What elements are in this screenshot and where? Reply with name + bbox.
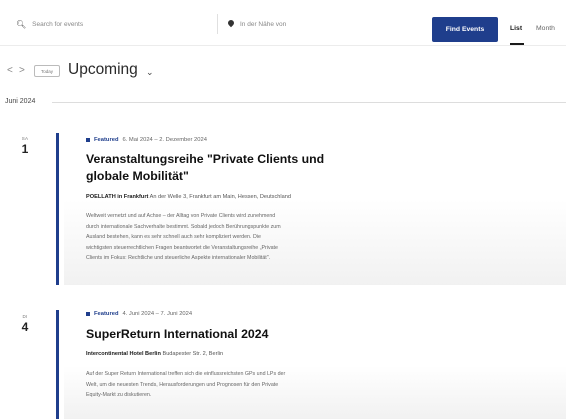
featured-flag-icon xyxy=(86,138,90,142)
view-tab-list[interactable]: List xyxy=(510,25,525,45)
event-meta: Featured 4. Juni 2024 – 7. Juni 2024 xyxy=(86,311,192,317)
next-events-button[interactable]: > xyxy=(19,66,29,76)
event-accent-bar xyxy=(56,310,59,419)
description-line: Equity-Markt zu diskutieren. xyxy=(86,392,152,398)
event-card[interactable]: Featured 6. Mai 2024 – 2. Dezember 2024 … xyxy=(72,120,566,285)
featured-flag-icon xyxy=(86,312,90,316)
event-meta: Featured 6. Mai 2024 – 2. Dezember 2024 xyxy=(86,137,207,143)
keyword-search-input[interactable]: 🔍︎ Search for events xyxy=(16,12,216,36)
description-line: Ausland bestehen, kann es sehr schnell a… xyxy=(86,234,261,240)
keyword-placeholder: Search for events xyxy=(32,20,84,28)
event-date-tag: DI 4 xyxy=(18,314,32,334)
event-day-number: 1 xyxy=(21,142,29,156)
event-list-item: DI 4 Featured 4. Juni 2024 – 7. Juni 202… xyxy=(0,296,566,419)
event-day-number: 4 xyxy=(21,320,29,334)
description-line: durch internationale Sachverhalte bestim… xyxy=(86,223,281,230)
find-events-button[interactable]: Find Events xyxy=(432,17,498,42)
search-bar-divider xyxy=(0,45,566,46)
today-button[interactable]: Today xyxy=(34,65,60,77)
event-dates: 6. Mai 2024 – 2. Dezember 2024 xyxy=(122,137,207,143)
location-pin-icon xyxy=(228,20,234,28)
events-toolbar: < > Today Upcoming ⌄ xyxy=(0,58,566,84)
venue-address: An der Welle 3, Frankfurt am Main, Hesse… xyxy=(149,194,291,200)
month-separator-line xyxy=(52,102,566,103)
description-line: Auf der Super Return International treff… xyxy=(86,371,286,377)
event-title[interactable]: Veranstaltungsreihe "Private Clients und… xyxy=(86,151,324,185)
event-search-bar: 🔍︎ Search for events In der Nähe von Fin… xyxy=(0,6,566,45)
description-line: wichtigsten steuerrechtlichen Fragen bea… xyxy=(86,244,278,251)
month-separator-label: Juni 2024 xyxy=(5,98,36,105)
event-venue: POELLATH in Frankfurt An der Welle 3, Fr… xyxy=(86,194,291,200)
previous-events-button[interactable]: < xyxy=(7,66,17,76)
event-weekday: DI xyxy=(22,314,28,319)
location-search-input[interactable]: In der Nähe von xyxy=(228,12,418,36)
featured-label: Featured xyxy=(94,137,119,143)
event-description: Auf der Super Return International treff… xyxy=(86,369,416,401)
event-dates: 4. Juni 2024 – 7. Juni 2024 xyxy=(122,311,193,317)
search-divider xyxy=(217,14,218,34)
search-icon: 🔍︎ xyxy=(16,19,27,29)
event-title-line: Veranstaltungsreihe "Private Clients und xyxy=(86,152,325,166)
event-title[interactable]: SuperReturn International 2024 xyxy=(86,326,268,343)
event-list-item: SA 1 Featured 6. Mai 2024 – 2. Dezember … xyxy=(0,120,566,290)
description-line: Welt, um die neuesten Trends, Herausford… xyxy=(86,381,279,388)
location-placeholder: In der Nähe von xyxy=(240,20,287,28)
event-accent-bar xyxy=(56,133,59,285)
event-date-tag: SA 1 xyxy=(18,136,32,156)
date-range-selector[interactable]: Upcoming xyxy=(68,61,138,79)
view-tab-month[interactable]: Month xyxy=(536,25,555,32)
venue-name: POELLATH in Frankfurt xyxy=(86,194,149,200)
event-venue: Intercontinental Hotel Berlin Budapester… xyxy=(86,351,223,357)
venue-name: Intercontinental Hotel Berlin xyxy=(86,351,161,357)
chevron-down-icon[interactable]: ⌄ xyxy=(146,67,154,78)
description-line: Clients im Fokus: Rechtliche und steuerl… xyxy=(86,255,271,261)
event-title-line: globale Mobilität" xyxy=(86,169,189,183)
featured-label: Featured xyxy=(94,311,119,317)
event-weekday: SA xyxy=(21,136,29,141)
description-line: Weltweit vernetzt und auf Achse – der Al… xyxy=(86,213,276,219)
event-card[interactable]: Featured 4. Juni 2024 – 7. Juni 2024 Sup… xyxy=(72,296,566,419)
venue-address: Budapester Str. 2, Berlin xyxy=(162,351,224,357)
event-description: Weltweit vernetzt und auf Achse – der Al… xyxy=(86,211,416,264)
